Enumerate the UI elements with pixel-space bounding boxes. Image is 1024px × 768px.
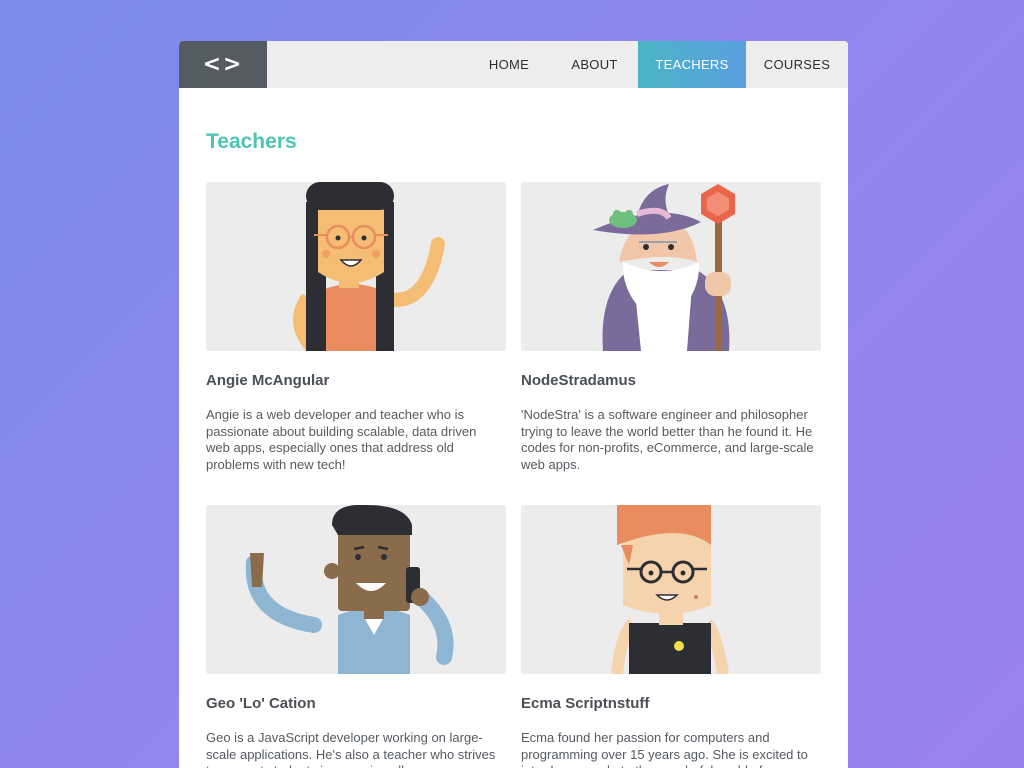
ecma-illustration: [611, 505, 729, 674]
nav-home-label: HOME: [488, 57, 530, 72]
main-card: <> HOME ABOUT TEACHERS COURSES Teachers: [179, 41, 848, 768]
nav-courses[interactable]: COURSES: [746, 41, 848, 88]
teacher-portrait: [521, 182, 821, 351]
nav-teachers[interactable]: TEACHERS: [638, 41, 746, 88]
teacher-portrait: [206, 182, 506, 351]
nav-courses-label: COURSES: [763, 57, 831, 72]
teacher-card-geo: Geo 'Lo' Cation Geo is a JavaScript deve…: [206, 505, 506, 768]
teacher-bio: Angie is a web developer and teacher who…: [206, 407, 477, 472]
code-brackets-icon: <>: [202, 52, 244, 77]
navbar: <> HOME ABOUT TEACHERS COURSES: [179, 41, 848, 88]
teacher-portrait: [206, 505, 506, 674]
teacher-bio: Ecma found her passion for computers and…: [521, 730, 808, 768]
teacher-card-angie: Angie McAngular Angie is a web developer…: [206, 182, 506, 473]
nav-about-label: ABOUT: [571, 57, 618, 72]
teacher-card-ecma: Ecma Scriptnstuff Ecma found her passion…: [521, 505, 821, 768]
wizard-illustration: [593, 184, 735, 351]
teacher-name: NodeStradamus: [521, 372, 637, 389]
logo-button[interactable]: <>: [179, 41, 267, 88]
teacher-name: Ecma Scriptnstuff: [521, 695, 650, 712]
teacher-name: Angie McAngular: [206, 372, 330, 389]
teacher-bio: Geo is a JavaScript developer working on…: [206, 730, 496, 768]
nav-about[interactable]: ABOUT: [551, 41, 638, 88]
teacher-bio: 'NodeStra' is a software engineer and ph…: [521, 407, 814, 472]
angie-illustration: [292, 182, 445, 351]
teacher-name: Geo 'Lo' Cation: [206, 695, 316, 712]
teacher-portrait: [521, 505, 821, 674]
page-title: Teachers: [206, 130, 297, 153]
nav-teachers-label: TEACHERS: [655, 57, 729, 72]
teacher-card-nodestradamus: NodeStradamus 'NodeStra' is a software e…: [521, 182, 821, 473]
geo-illustration: [245, 505, 454, 674]
nav-home[interactable]: HOME: [467, 41, 551, 88]
